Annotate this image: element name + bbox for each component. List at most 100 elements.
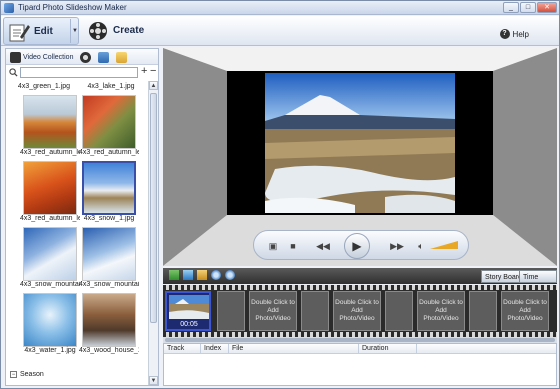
thumbnail-caption: 4x3_water_1.jpg — [24, 347, 76, 354]
close-button[interactable]: ✕ — [537, 2, 557, 13]
app-window: Tipard Photo Slideshow Maker _ □ ✕ Edit … — [0, 0, 560, 389]
library-tabs: Video Collection — [6, 49, 158, 65]
thumbnail-caption: 4x3_green_1.jpg — [17, 83, 71, 90]
thumbnail-caption: 4x3_red_autumn_leaves_2.jpg — [79, 149, 139, 156]
list-item[interactable]: 4x3_red_autumn_leaves_3.jpg — [20, 161, 80, 223]
list-item[interactable]: 4x3_red_autumn_leaves_1.jpg — [20, 95, 80, 157]
storyboard-toolbar: Story Board Time Line — [163, 268, 557, 294]
empty-slot[interactable]: Double Click to Add Photo/Video — [333, 291, 381, 331]
thumbnail-caption: 4x3_red_autumn_leaves_3.jpg — [20, 215, 80, 222]
zoom-out-icon[interactable] — [225, 270, 235, 280]
disc-icon — [80, 51, 91, 63]
transition-slot[interactable] — [385, 291, 413, 331]
create-label: Create — [113, 25, 145, 36]
thumbnail-image — [23, 293, 77, 347]
storyboard-clip[interactable]: 00:05 — [165, 291, 211, 331]
thumbnail-image — [23, 227, 77, 281]
rewind-icon[interactable]: ◀◀ — [316, 239, 330, 253]
edit-icon — [9, 24, 30, 42]
thumbnail-caption: 4x3_wood_house_1.jpg — [79, 347, 139, 354]
edit-label: Edit — [34, 26, 53, 37]
tab-label: Video Collection — [23, 53, 74, 61]
add-button[interactable]: + — [141, 65, 147, 77]
thumbnail-image — [23, 161, 77, 215]
empty-slot[interactable]: Double Click to Add Photo/Video — [417, 291, 465, 331]
fast-forward-icon[interactable]: ▶▶ — [390, 239, 404, 253]
maximize-button[interactable]: □ — [520, 2, 536, 13]
search-icon — [9, 68, 18, 77]
scroll-up-arrow[interactable]: ▲ — [149, 81, 158, 90]
app-icon — [4, 3, 14, 13]
empty-slot[interactable]: Double Click to Add Photo/Video — [249, 291, 297, 331]
text-icon[interactable] — [197, 270, 207, 280]
playback-controls: ▣ ■ ◀◀ ▶ ▶▶ 🔈︎ — [253, 230, 469, 260]
track-list: Track Index File Duration — [163, 343, 557, 386]
main-toolbar: Edit ▼ Create ? Help — [1, 16, 559, 46]
tab-video-collection[interactable]: Video Collection — [10, 51, 73, 63]
preview-photo — [265, 73, 455, 213]
list-item[interactable]: 4x3_lake_1.jpg — [81, 83, 141, 91]
scroll-thumb[interactable] — [165, 338, 555, 342]
play-button[interactable]: ▶ — [344, 233, 370, 259]
column-header[interactable]: File — [232, 345, 243, 352]
clip-duration: 00:05 — [180, 321, 198, 328]
transition-slot[interactable] — [301, 291, 329, 331]
help-label: Help — [512, 29, 529, 39]
thumbnail-caption: 4x3_red_autumn_leaves_1.jpg — [20, 149, 80, 156]
season-group[interactable]: − Season — [10, 371, 44, 378]
edit-button[interactable]: Edit ▼ — [3, 17, 79, 45]
season-label: Season — [20, 371, 44, 378]
list-item[interactable]: 4x3_wood_house_1.jpg — [79, 293, 139, 363]
create-button[interactable]: Create — [83, 17, 153, 45]
thumbnail-grid: 4x3_green_1.jpg 4x3_lake_1.jpg 4x3_red_a… — [6, 81, 148, 367]
add-music-icon[interactable] — [183, 270, 193, 280]
volume-slider[interactable] — [430, 240, 458, 250]
tab-time-line[interactable]: Time Line — [519, 270, 557, 294]
transition-slot[interactable] — [217, 291, 245, 331]
thumbnail-caption: 4x3_lake_1.jpg — [87, 83, 135, 90]
zoom-in-icon[interactable] — [211, 270, 221, 280]
window-title: Tipard Photo Slideshow Maker — [18, 3, 127, 12]
thumbnail-caption: 4x3_snow_1.jpg — [83, 215, 135, 222]
tab-download[interactable] — [98, 51, 109, 63]
tab-audio[interactable] — [80, 51, 91, 63]
title-bar: Tipard Photo Slideshow Maker _ □ ✕ — [1, 1, 559, 15]
help-button[interactable]: ? Help — [499, 29, 529, 39]
collapse-icon[interactable]: − — [10, 371, 17, 378]
folder-icon — [116, 51, 127, 63]
preview-screen — [227, 71, 493, 215]
clip-thumbnail — [169, 295, 209, 319]
library-scrollbar[interactable]: ▲ ▼ — [148, 81, 158, 385]
remove-button[interactable]: − — [150, 65, 156, 77]
add-photo-icon[interactable] — [169, 270, 179, 280]
scroll-down-arrow[interactable]: ▼ — [149, 376, 158, 385]
column-header[interactable]: Duration — [362, 345, 388, 352]
tab-folder[interactable] — [116, 51, 127, 63]
search-row: + − — [6, 65, 158, 79]
list-item[interactable]: 4x3_snow_mountain_1.jpg — [20, 227, 80, 297]
list-item[interactable]: 4x3_water_1.jpg — [20, 293, 80, 355]
chevron-down-icon[interactable]: ▼ — [70, 19, 79, 43]
help-icon: ? — [499, 29, 510, 39]
list-item[interactable]: 4x3_snow_mountain_2.jpg — [79, 227, 139, 297]
transition-slot[interactable] — [469, 291, 497, 331]
crop-icon[interactable]: ▣ — [266, 239, 280, 253]
empty-slot[interactable]: Double Click to Add Photo/Video — [501, 291, 549, 331]
search-input[interactable] — [20, 67, 138, 78]
column-header[interactable]: Track — [167, 345, 184, 352]
thumbnail-image — [82, 95, 136, 149]
preview-stage: ▣ ■ ◀◀ ▶ ▶▶ 🔈︎ — [163, 48, 557, 266]
scroll-thumb[interactable] — [150, 93, 157, 323]
track-list-header: Track Index File Duration — [164, 344, 556, 354]
film-icon — [10, 51, 21, 63]
stop-icon[interactable]: ■ — [286, 239, 300, 253]
thumbnail-image — [82, 161, 136, 215]
list-item[interactable]: 4x3_green_1.jpg — [14, 83, 74, 91]
column-header[interactable]: Index — [204, 345, 221, 352]
volume-icon[interactable]: 🔈︎ — [414, 239, 428, 253]
minimize-button[interactable]: _ — [503, 2, 519, 13]
thumbnail-image — [82, 227, 136, 281]
list-item[interactable]: 4x3_snow_1.jpg — [79, 161, 139, 223]
list-item[interactable]: 4x3_red_autumn_leaves_2.jpg — [79, 95, 139, 157]
storyboard-strip: 00:05 Double Click to Add Photo/Video Do… — [163, 285, 557, 337]
